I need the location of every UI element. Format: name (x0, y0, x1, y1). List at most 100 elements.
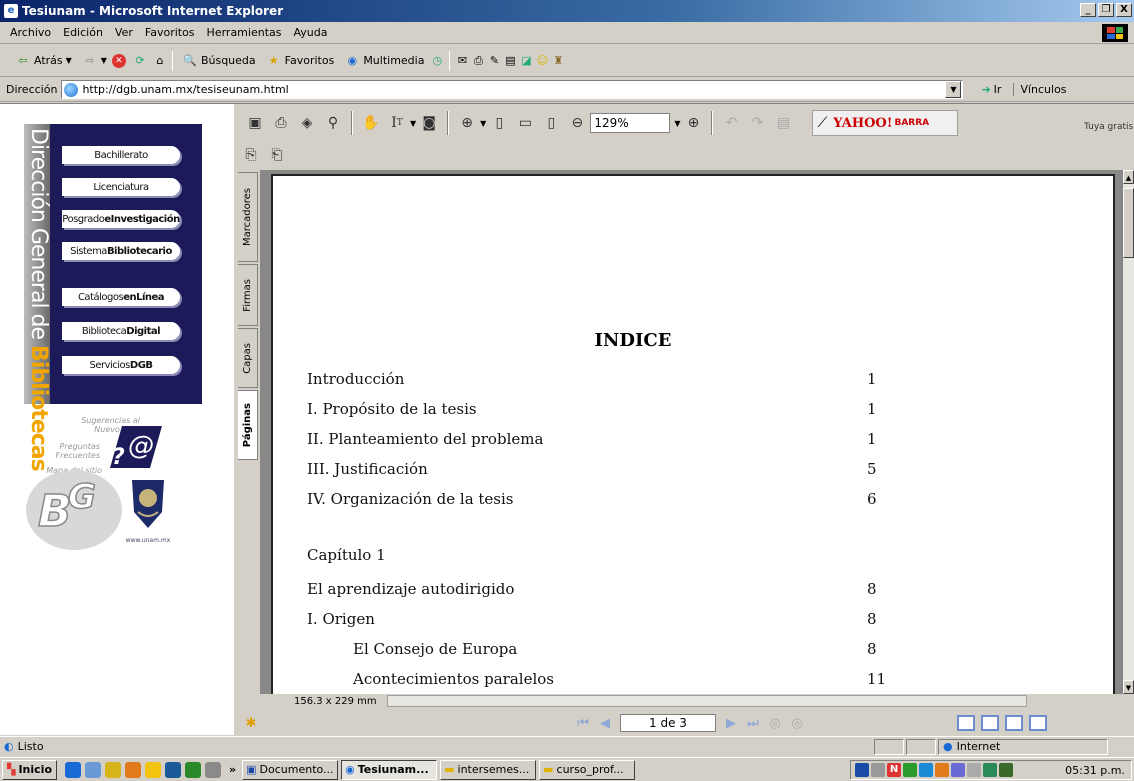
task-curso-prof[interactable]: ▬ curso_prof... (539, 759, 636, 780)
tray-network-icon[interactable] (855, 763, 869, 777)
snapshot-icon[interactable]: ◙ (418, 112, 440, 134)
next-view-icon[interactable]: ◎ (786, 713, 808, 733)
address-input[interactable]: http://dgb.unam.mx/tesiseunam.html (61, 80, 964, 99)
next-page-icon[interactable]: ▶ (720, 713, 742, 733)
address-dropdown-icon[interactable]: ▼ (945, 81, 962, 98)
stop-icon[interactable]: ✕ (111, 53, 126, 68)
rotate-cw-icon[interactable]: ↷ (746, 112, 768, 134)
zoom-dropdown-icon[interactable]: ▼ (674, 119, 680, 128)
yahoo-toolbar-button[interactable]: ⟋ YAHOO! BARRA Tuya gratis (812, 110, 1133, 136)
page-number-input[interactable]: 1 de 3 (620, 714, 716, 732)
nav-servicios-dgb[interactable]: Servicios DGB (62, 356, 180, 374)
task-tesiunam[interactable]: ◉ Tesiunam... (341, 759, 438, 780)
menu-herramientas[interactable]: Herramientas (201, 26, 288, 39)
text-select-dropdown-icon[interactable]: ▼ (410, 119, 416, 128)
menu-favoritos[interactable]: Favoritos (139, 26, 201, 39)
ie-app-icon[interactable]: e (4, 4, 18, 18)
zoom-level-input[interactable]: 129% (590, 113, 671, 133)
forward-button[interactable]: ⇨ ▼ (77, 53, 112, 69)
nav-sistema-bibliotecario[interactable]: Sistema Bibliotecario (62, 242, 180, 260)
quicklaunch-app2-icon[interactable] (165, 761, 182, 778)
continuous-view-icon[interactable] (981, 715, 999, 731)
quicklaunch-mail-icon[interactable] (205, 761, 222, 778)
edit-icon[interactable]: ✎ (486, 53, 502, 69)
menu-ver[interactable]: Ver (109, 26, 139, 39)
scroll-down-icon[interactable]: ▼ (1123, 680, 1134, 694)
continuous-facing-view-icon[interactable] (1029, 715, 1047, 731)
scroll-up-icon[interactable]: ▲ (1123, 170, 1134, 184)
restore-button[interactable]: ❐ (1098, 3, 1114, 17)
menu-archivo[interactable]: Archivo (4, 26, 57, 39)
discuss-icon[interactable]: ▤ (502, 53, 518, 69)
quicklaunch-more-icon[interactable]: » (229, 763, 236, 776)
document-area[interactable]: INDICE Introducción 1 I. Propósito de la t… (260, 170, 1124, 694)
minimize-button[interactable]: _ (1080, 3, 1096, 17)
tab-marcadores[interactable]: Marcadores (238, 172, 258, 262)
fit-page-icon[interactable]: ▭ (514, 112, 536, 134)
horizontal-scrollbar[interactable] (386, 695, 1027, 707)
address-url[interactable]: http://dgb.unam.mx/tesiseunam.html (82, 83, 288, 96)
print-icon[interactable]: ⎙ (470, 53, 486, 69)
hand-tool-icon[interactable]: ✋ (360, 112, 382, 134)
tray-volume-icon[interactable] (871, 763, 885, 777)
last-page-icon[interactable]: ⏭ (742, 713, 764, 733)
fit-width-icon[interactable]: ▯ (540, 112, 562, 134)
tab-firmas[interactable]: Firmas (238, 264, 258, 326)
menu-ayuda[interactable]: Ayuda (287, 26, 333, 39)
tray-app5-icon[interactable] (967, 763, 981, 777)
clock[interactable]: 05:31 p.m. (1065, 764, 1125, 777)
text-select-icon[interactable]: IT (386, 112, 408, 134)
smiley-icon[interactable]: ☺ (534, 53, 550, 69)
zoom-out-icon[interactable]: ⊖ (566, 112, 588, 134)
previous-view-icon[interactable]: ◎ (764, 713, 786, 733)
previous-page-icon[interactable]: ◀ (594, 713, 616, 733)
research-icon[interactable]: ♜ (550, 53, 566, 69)
first-page-icon[interactable]: ⏮ (572, 713, 594, 733)
tray-app2-icon[interactable] (919, 763, 933, 777)
history-icon[interactable]: ◷ (429, 53, 445, 69)
zoom-in-icon[interactable]: ⊕ (682, 112, 704, 134)
forward-dropdown-icon[interactable]: ▼ (101, 56, 107, 65)
favorites-button[interactable]: ★ Favoritos (261, 53, 340, 69)
nav-biblioteca-digital[interactable]: Biblioteca Digital (62, 322, 180, 340)
task-documento[interactable]: ▣ Documento... (242, 759, 339, 780)
quicklaunch-media-icon[interactable] (105, 761, 122, 778)
nav-licenciatura[interactable]: Licenciatura (62, 178, 180, 196)
email-icon[interactable]: ◈ (296, 112, 318, 134)
nav-catalogos[interactable]: Catálogos enLínea (62, 288, 180, 306)
search-icon[interactable]: ⚲ (322, 112, 344, 134)
actual-size-icon[interactable]: ▯ (488, 112, 510, 134)
tray-app-icon[interactable] (903, 763, 917, 777)
search-button[interactable]: 🔍 Búsqueda (177, 53, 261, 69)
task-intersemes[interactable]: ▬ intersemes... (440, 759, 537, 780)
quicklaunch-app3-icon[interactable] (185, 761, 202, 778)
tab-capas[interactable]: Capas (238, 328, 258, 388)
messenger-icon[interactable]: ◪ (518, 53, 534, 69)
nav-posgrado[interactable]: Posgrado eInvestigación (62, 210, 180, 228)
close-button[interactable]: X (1116, 3, 1132, 17)
extract-page-icon[interactable]: ⎘ (240, 144, 262, 166)
links-button[interactable]: Vínculos (1013, 83, 1067, 96)
document-properties-icon[interactable]: ▤ (772, 112, 794, 134)
start-button[interactable]: ▚ Inicio (2, 759, 58, 780)
vertical-scrollbar[interactable]: ▲ ▼ (1122, 170, 1134, 694)
tab-paginas[interactable]: Páginas (238, 390, 258, 460)
tray-app6-icon[interactable] (983, 763, 997, 777)
print-icon[interactable]: ⎙ (270, 112, 292, 134)
multimedia-button[interactable]: ◉ Multimedia (339, 53, 429, 69)
faq-link[interactable]: Preguntas Frecuentes (40, 442, 101, 460)
single-page-view-icon[interactable] (957, 715, 975, 731)
back-button[interactable]: ⇦ Atrás ▼ (10, 53, 77, 69)
home-icon[interactable]: ⌂ (152, 53, 168, 69)
back-dropdown-icon[interactable]: ▼ (66, 56, 72, 65)
nav-bachillerato[interactable]: Bachillerato (62, 146, 180, 164)
tray-app7-icon[interactable] (999, 763, 1013, 777)
go-button[interactable]: ➜ Ir (981, 83, 1001, 96)
mail-icon[interactable]: ✉ (454, 53, 470, 69)
scroll-thumb[interactable] (1123, 188, 1134, 258)
save-icon[interactable]: ▣ (244, 112, 266, 134)
quicklaunch-messenger-icon[interactable] (145, 761, 162, 778)
insert-page-icon[interactable]: ⎗ (266, 144, 288, 166)
refresh-icon[interactable]: ⟳ (132, 53, 148, 69)
tray-app3-icon[interactable] (935, 763, 949, 777)
